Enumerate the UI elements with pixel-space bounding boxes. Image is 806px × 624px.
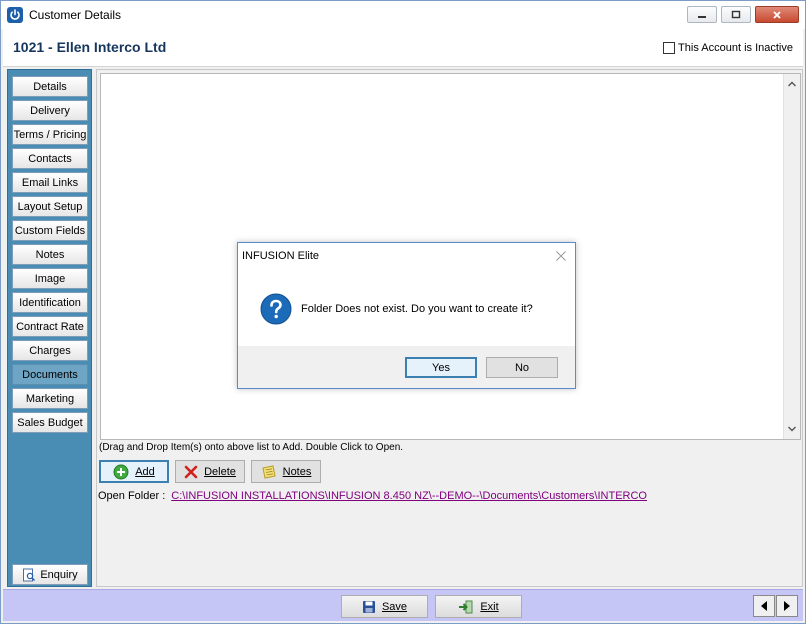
inactive-toggle[interactable]: This Account is Inactive <box>663 42 793 54</box>
inactive-checkbox[interactable] <box>663 42 676 54</box>
sidebar-item-email-links[interactable]: Email Links <box>12 172 88 193</box>
enquiry-label: Enquiry <box>40 568 78 581</box>
sidebar-item-label: Sales Budget <box>17 416 83 429</box>
confirm-dialog: INFUSION Elite Folder Does not exist. Do… <box>237 242 576 389</box>
chevron-down-icon[interactable] <box>787 424 797 434</box>
yes-label: Yes <box>432 361 450 374</box>
open-folder-label: Open Folder : <box>98 490 166 502</box>
search-document-icon <box>23 568 36 581</box>
restore-icon <box>731 10 741 19</box>
sidebar-item-notes[interactable]: Notes <box>12 244 88 265</box>
drag-drop-hint: (Drag and Drop Item(s) onto above list t… <box>99 442 404 453</box>
sidebar-item-identification[interactable]: Identification <box>12 292 88 313</box>
delete-label: Delete <box>204 465 236 478</box>
next-icon <box>784 601 790 611</box>
sidebar-item-terms-pricing[interactable]: Terms / Pricing <box>12 124 88 145</box>
sidebar-item-delivery[interactable]: Delivery <box>12 100 88 121</box>
customer-details-window: Customer Details 1021 - Ellen Interco Lt… <box>0 0 806 624</box>
dialog-title: INFUSION Elite <box>242 250 320 262</box>
yes-button[interactable]: Yes <box>405 357 477 378</box>
exit-label: Exit <box>480 600 499 613</box>
save-icon <box>362 600 375 613</box>
notes-icon <box>262 464 276 479</box>
previous-icon <box>761 601 767 611</box>
minimize-button[interactable] <box>687 6 717 23</box>
sidebar-item-label: Contract Rate <box>16 320 84 333</box>
sidebar-item-sales-budget[interactable]: Sales Budget <box>12 412 88 433</box>
sidebar-item-label: Documents <box>22 368 78 381</box>
sidebar-item-label: Custom Fields <box>14 224 86 237</box>
chevron-up-icon[interactable] <box>787 79 797 89</box>
dialog-message: Folder Does not exist. Do you want to cr… <box>301 303 533 315</box>
exit-button[interactable]: Exit <box>435 595 522 618</box>
maximize-button[interactable] <box>721 6 751 23</box>
sidebar-item-charges[interactable]: Charges <box>12 340 88 361</box>
close-icon[interactable] <box>555 250 567 262</box>
question-icon <box>260 293 292 325</box>
minimize-icon <box>698 15 706 18</box>
enquiry-button[interactable]: Enquiry <box>12 564 88 585</box>
bottom-toolbar: Save Exit <box>3 589 803 621</box>
sidebar-item-label: Charges <box>29 344 71 357</box>
close-button[interactable] <box>755 6 799 23</box>
sidebar-item-label: Identification <box>19 296 81 309</box>
dialog-footer: Yes No <box>238 346 575 388</box>
sidebar-item-label: Email Links <box>21 176 79 189</box>
sidebar: Details Delivery Terms / Pricing Contact… <box>7 69 92 587</box>
sidebar-item-marketing[interactable]: Marketing <box>12 388 88 409</box>
window-title: Customer Details <box>29 8 122 22</box>
sidebar-item-contract-rate[interactable]: Contract Rate <box>12 316 88 337</box>
sidebar-item-label: Layout Setup <box>17 200 83 213</box>
account-title: 1021 - Ellen Interco Ltd <box>13 39 167 55</box>
sidebar-item-label: Details <box>33 80 67 93</box>
add-button[interactable]: Add <box>99 460 169 483</box>
account-header: 1021 - Ellen Interco Ltd This Account is… <box>3 29 803 67</box>
folder-path-link[interactable]: C:\INFUSION INSTALLATIONS\INFUSION 8.450… <box>171 490 647 502</box>
notes-button[interactable]: Notes <box>251 460 321 483</box>
sidebar-item-label: Notes <box>35 248 65 261</box>
sidebar-item-layout-setup[interactable]: Layout Setup <box>12 196 88 217</box>
vertical-scrollbar[interactable] <box>783 74 800 439</box>
inactive-label: This Account is Inactive <box>678 42 793 54</box>
sidebar-item-label: Delivery <box>30 104 70 117</box>
notes-label: Notes <box>282 465 312 478</box>
previous-button[interactable] <box>753 595 775 617</box>
delete-button[interactable]: Delete <box>175 460 245 483</box>
delete-icon <box>184 465 198 478</box>
sidebar-item-documents[interactable]: Documents <box>12 364 88 385</box>
close-icon <box>773 10 781 19</box>
sidebar-item-label: Terms / Pricing <box>13 128 87 141</box>
sidebar-item-contacts[interactable]: Contacts <box>12 148 88 169</box>
next-button[interactable] <box>776 595 798 617</box>
power-icon <box>7 7 23 23</box>
no-label: No <box>514 361 530 374</box>
title-bar[interactable]: Customer Details <box>1 1 805 29</box>
exit-icon <box>459 600 473 613</box>
no-button[interactable]: No <box>486 357 558 378</box>
sidebar-item-label: Marketing <box>25 392 75 405</box>
sidebar-item-label: Contacts <box>28 152 72 165</box>
save-button[interactable]: Save <box>341 595 428 618</box>
open-folder-row: Open Folder : C:\INFUSION INSTALLATIONS\… <box>98 490 647 502</box>
save-label: Save <box>381 600 408 613</box>
sidebar-item-details[interactable]: Details <box>12 76 88 97</box>
sidebar-item-image[interactable]: Image <box>12 268 88 289</box>
sidebar-item-custom-fields[interactable]: Custom Fields <box>12 220 88 241</box>
sidebar-item-label: Image <box>34 272 66 285</box>
add-icon <box>113 464 129 479</box>
add-label: Add <box>135 465 155 478</box>
